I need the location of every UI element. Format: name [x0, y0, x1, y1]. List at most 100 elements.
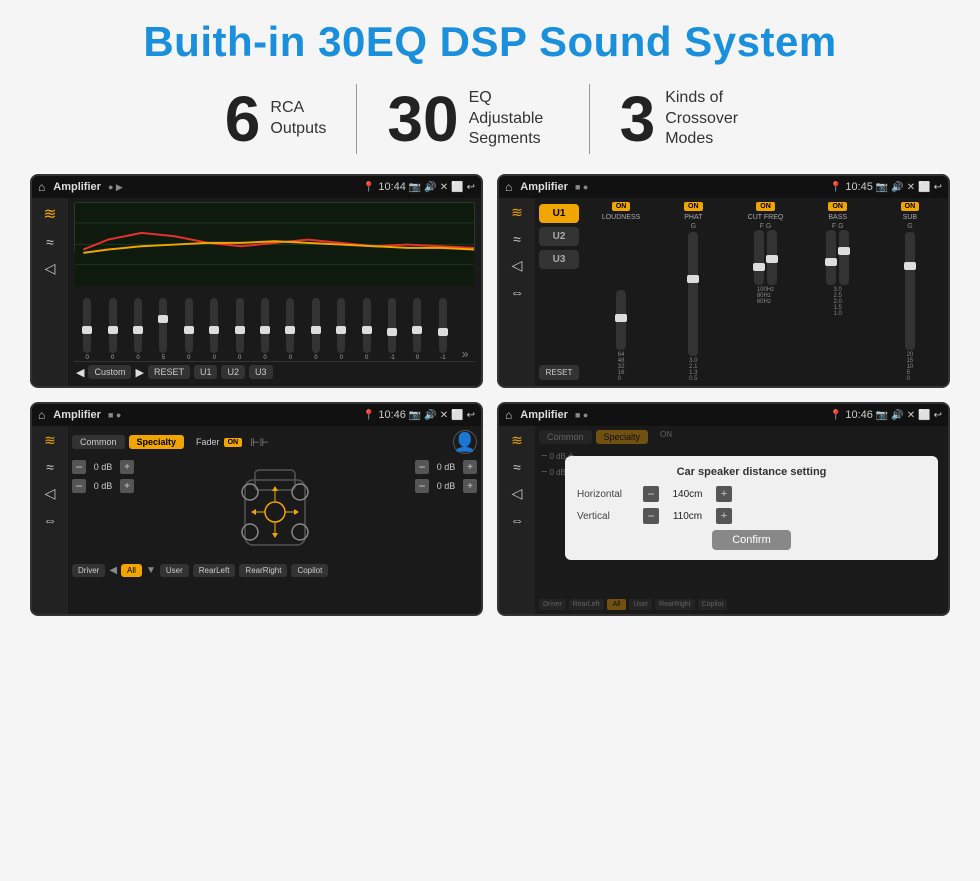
- phat-slider[interactable]: [688, 232, 698, 356]
- wave-icon-4[interactable]: ≈: [513, 459, 521, 475]
- sub-slider[interactable]: [905, 232, 915, 350]
- phat-on[interactable]: ON: [684, 202, 703, 211]
- fl-plus[interactable]: +: [120, 460, 134, 474]
- reset-btn-eq[interactable]: RESET: [148, 365, 190, 379]
- arrows-icon-4[interactable]: ⇔: [510, 512, 524, 528]
- sub-on[interactable]: ON: [901, 202, 920, 211]
- slider-track-11[interactable]: [363, 298, 371, 353]
- slider-track-14[interactable]: [439, 298, 447, 353]
- cutfreq-f-slider[interactable]: [754, 230, 764, 285]
- slider-track-3[interactable]: [159, 298, 167, 353]
- tab-common[interactable]: Common: [72, 435, 125, 449]
- fader-main: Common Specialty Fader ON ⊩⊩ 👤 −: [68, 426, 481, 614]
- tab-specialty[interactable]: Specialty: [129, 435, 185, 449]
- back-icon-3[interactable]: ↩: [467, 410, 475, 421]
- u1-btn-eq[interactable]: U1: [194, 365, 218, 379]
- eq-expand-arrows[interactable]: »: [457, 347, 473, 361]
- dots-icon-3: ■ ●: [108, 410, 121, 420]
- custom-btn[interactable]: Custom: [88, 365, 131, 379]
- back-icon-4[interactable]: ↩: [934, 410, 942, 421]
- slider-track-10[interactable]: [337, 298, 345, 353]
- eq-sidebar-icon[interactable]: ≋: [43, 204, 56, 224]
- speaker-icon-3[interactable]: ◁: [45, 485, 56, 502]
- home-icon-1[interactable]: ⌂: [38, 180, 45, 194]
- rr-minus[interactable]: −: [415, 479, 429, 493]
- slider-track-6[interactable]: [236, 298, 244, 353]
- u3-btn-eq[interactable]: U3: [249, 365, 273, 379]
- wave-icon-2[interactable]: ≈: [513, 231, 521, 247]
- all-btn[interactable]: All: [121, 564, 142, 577]
- db-row-rl: − 0 dB +: [72, 479, 224, 493]
- speaker-icon-2[interactable]: ◁: [512, 257, 523, 274]
- speaker-icon-4[interactable]: ◁: [512, 485, 523, 502]
- reset-btn-cross[interactable]: RESET: [539, 365, 579, 380]
- rl-minus[interactable]: −: [72, 479, 86, 493]
- vol-icon-3: 🔊: [424, 410, 436, 421]
- vertical-row: Vertical − 110cm +: [577, 508, 926, 524]
- fl-minus[interactable]: −: [72, 460, 86, 474]
- vertical-label: Vertical: [577, 511, 637, 522]
- rearleft-btn[interactable]: RearLeft: [193, 564, 236, 577]
- back-icon-2[interactable]: ↩: [934, 182, 942, 193]
- home-icon-2[interactable]: ⌂: [505, 180, 512, 194]
- eq-slider-1: 0: [101, 298, 123, 361]
- confirm-button[interactable]: Confirm: [712, 530, 791, 550]
- vertical-plus[interactable]: +: [716, 508, 732, 524]
- rl-plus[interactable]: +: [120, 479, 134, 493]
- eq-graph: [74, 202, 475, 252]
- slider-track-9[interactable]: [312, 298, 320, 353]
- phat-scale: 3.02.11.30.5: [689, 358, 697, 382]
- slider-track-12[interactable]: [388, 298, 396, 353]
- wave-icon-3[interactable]: ≈: [46, 459, 54, 475]
- status-icons-2: 📍 10:45 📷 🔊 ✕ ⬜ ↩: [830, 181, 942, 193]
- home-icon-3[interactable]: ⌂: [38, 408, 45, 422]
- bass-on[interactable]: ON: [828, 202, 847, 211]
- bg-specialty: Specialty: [596, 430, 649, 444]
- eq-slider-8: 0: [279, 298, 301, 361]
- speaker-sidebar-icon[interactable]: ◁: [45, 260, 56, 277]
- rearright-btn[interactable]: RearRight: [239, 564, 287, 577]
- horizontal-plus[interactable]: +: [716, 486, 732, 502]
- eq-icon-4[interactable]: ≋: [511, 432, 523, 449]
- back-icon-1[interactable]: ↩: [467, 182, 475, 193]
- copilot-btn[interactable]: Copilot: [291, 564, 328, 577]
- slider-track-7[interactable]: [261, 298, 269, 353]
- slider-track-1[interactable]: [109, 298, 117, 353]
- rr-plus[interactable]: +: [463, 479, 477, 493]
- user-btn[interactable]: User: [160, 564, 189, 577]
- slider-track-8[interactable]: [286, 298, 294, 353]
- loudness-slider[interactable]: [616, 290, 626, 350]
- driver-btn[interactable]: Driver: [72, 564, 105, 577]
- eq-icon-3[interactable]: ≋: [44, 432, 56, 449]
- arrows-icon-3[interactable]: ⇔: [43, 512, 57, 528]
- cutfreq-on[interactable]: ON: [756, 202, 775, 211]
- horizontal-minus[interactable]: −: [643, 486, 659, 502]
- u2-btn-eq[interactable]: U2: [221, 365, 245, 379]
- loudness-on[interactable]: ON: [612, 202, 631, 211]
- bg-common: Common: [539, 430, 592, 444]
- u3-btn-cross[interactable]: U3: [539, 250, 579, 269]
- slider-track-13[interactable]: [413, 298, 421, 353]
- cutfreq-g-slider[interactable]: [767, 230, 777, 285]
- wave-sidebar-icon[interactable]: ≈: [46, 234, 54, 250]
- bass-g-slider[interactable]: [839, 230, 849, 285]
- slider-track-0[interactable]: [83, 298, 91, 353]
- slider-track-4[interactable]: [185, 298, 193, 353]
- arrows-icon-2[interactable]: ⇔: [510, 284, 524, 300]
- fr-minus[interactable]: −: [415, 460, 429, 474]
- screen1-title: Amplifier: [53, 181, 101, 193]
- slider-track-2[interactable]: [134, 298, 142, 353]
- fr-plus[interactable]: +: [463, 460, 477, 474]
- next-btn[interactable]: ▶: [135, 366, 143, 379]
- u1-btn-cross[interactable]: U1: [539, 204, 579, 223]
- fader-on-toggle[interactable]: ON: [224, 438, 243, 447]
- loudness-label: LOUDNESS: [602, 214, 641, 221]
- prev-btn[interactable]: ◀: [76, 366, 84, 379]
- eq-icon-2[interactable]: ≋: [511, 204, 523, 221]
- vertical-minus[interactable]: −: [643, 508, 659, 524]
- vertical-value: 110cm: [665, 511, 710, 522]
- u2-btn-cross[interactable]: U2: [539, 227, 579, 246]
- bass-f-slider[interactable]: [826, 230, 836, 285]
- home-icon-4[interactable]: ⌂: [505, 408, 512, 422]
- slider-track-5[interactable]: [210, 298, 218, 353]
